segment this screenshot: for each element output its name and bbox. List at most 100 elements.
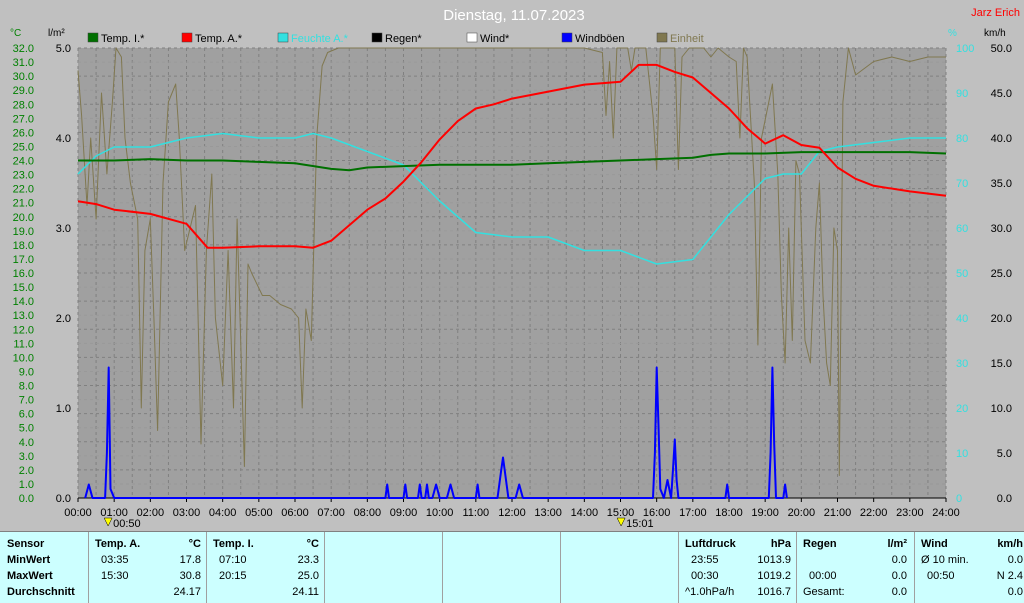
wind-max-value: N 2.4 — [996, 570, 1023, 582]
empty-column-3 — [560, 532, 679, 603]
rain-total-label: Gesamt: — [803, 586, 845, 598]
min-label: MinWert — [7, 554, 51, 566]
weather-chart: 0.0 1.0 2.0 3.0 4.0 5.0 6.0 7.0 8.0 9.0 10.0 11.0 12… — [10, 7, 1020, 530]
author-label: Jarz Erich — [971, 7, 1020, 19]
humidity-axis-tick: 40 — [956, 313, 968, 325]
statistics-panel: Sensor MinWert MaxWert Durchschnitt Temp… — [0, 531, 1024, 603]
temp-axis-tick: 18.0 — [13, 240, 34, 252]
wind-axis-tick: 40.0 — [991, 133, 1012, 145]
temp-axis-tick: 31.0 — [13, 57, 34, 69]
rain-axis-unit: l/m² — [48, 28, 65, 39]
max-label: MaxWert — [7, 570, 53, 582]
humidity-axis-unit: % — [948, 28, 957, 39]
x-axis-tick: 24:00 — [932, 507, 960, 519]
x-axis-tick: 13:00 — [534, 507, 562, 519]
temp-axis-tick: 24.0 — [13, 156, 34, 168]
temp-axis-tick: 17.0 — [13, 254, 34, 266]
temp-a-min-time: 03:35 — [101, 554, 129, 566]
legend-label: Einheit — [670, 33, 704, 45]
temp-a-unit: °C — [188, 538, 201, 550]
temp-axis-tick: 3.0 — [19, 451, 34, 463]
temp-axis-tick: 4.0 — [19, 437, 34, 449]
temp-axis-tick: 22.0 — [13, 184, 34, 196]
humidity-axis-tick: 10 — [956, 448, 968, 460]
legend-label: Feuchte A.* — [291, 33, 349, 45]
rain-axis-tick: 4.0 — [56, 133, 71, 145]
legend: Temp. I.* Temp. A.* Feuchte A.* Regen* Wind*… — [87, 32, 704, 45]
rain-axis-tick: 3.0 — [56, 223, 71, 235]
time-markers: 00:50 15:01 — [103, 517, 654, 530]
x-axis-tick: 11:00 — [462, 507, 489, 519]
wind-axis-tick: 10.0 — [991, 403, 1012, 415]
legend-label: Temp. I.* — [101, 33, 145, 45]
humidity-axis-tick: 60 — [956, 223, 968, 235]
rain-row2-value: 0.0 — [891, 570, 907, 582]
temp-axis-tick: 13.0 — [13, 310, 34, 322]
wind-axis-tick: 20.0 — [991, 313, 1012, 325]
temp-axis-tick: 29.0 — [13, 85, 34, 97]
pressure-max-time: 00:30 — [691, 570, 719, 582]
temp-axis-tick: 11.0 — [13, 338, 34, 350]
sensor-header: Sensor — [7, 538, 45, 550]
x-axis-tick: 06:00 — [281, 507, 309, 519]
pressure-max-value: 1019.2 — [757, 570, 791, 582]
wind-axis-tick: 0.0 — [997, 493, 1012, 505]
temp-axis-tick: 16.0 — [13, 268, 34, 280]
temp-axis-tick: 27.0 — [13, 113, 34, 125]
x-axis-tick: 17:00 — [679, 507, 707, 519]
x-axis-tick: 03:00 — [173, 507, 201, 519]
temp-axis-tick: 2.0 — [19, 465, 34, 477]
temp-i-avg: 24.11 — [292, 586, 319, 598]
x-axis-tick: 00:00 — [64, 507, 92, 519]
legend-label: Temp. A.* — [195, 33, 243, 45]
temp-i-unit: °C — [306, 538, 319, 550]
pressure-unit: hPa — [770, 538, 791, 550]
x-axis-tick: 19:00 — [751, 507, 779, 519]
time-marker-icon — [103, 517, 113, 527]
legend-swatch — [561, 32, 573, 43]
humidity-axis-tick: 90 — [956, 88, 968, 100]
temp-i-max-time: 20:15 — [219, 570, 247, 582]
wind-row3-value: 0.0 — [1007, 586, 1023, 598]
temp-axis-tick: 8.0 — [19, 381, 34, 393]
x-axis-tick: 02:00 — [137, 507, 165, 519]
temp-a-min-value: 17.8 — [179, 554, 201, 566]
temp-axis-tick: 14.0 — [13, 296, 34, 308]
wind-axis-tick: 45.0 — [991, 88, 1012, 100]
humidity-axis-tick: 0 — [956, 493, 962, 505]
temp-i-header: Temp. I. — [213, 538, 254, 550]
temp-i-column: Temp. I. °C 07:10 23.3 20:15 25.0 24.11 — [206, 532, 325, 603]
x-axis-tick: 20:00 — [788, 507, 816, 519]
wind-column: Wind km/h Ø 10 min. 0.0 00:50 N 2.4 0.0 — [914, 532, 1024, 603]
x-axis-tick: 21:00 — [824, 507, 852, 519]
temp-axis-tick: 6.0 — [19, 409, 34, 421]
temp-i-max-value: 25.0 — [297, 570, 319, 582]
rain-unit: l/m² — [887, 538, 907, 550]
temp-axis-tick: 30.0 — [13, 71, 34, 83]
pressure-trend-value: 1016.7 — [757, 586, 791, 598]
x-axis-tick: 23:00 — [896, 507, 924, 519]
x-axis-tick: 09:00 — [390, 507, 418, 519]
legend-swatch — [656, 32, 668, 43]
x-axis-tick: 05:00 — [245, 507, 273, 519]
temp-axis-tick: 23.0 — [13, 170, 34, 182]
temp-a-max-time: 15:30 — [101, 570, 129, 582]
pressure-column: Luftdruck hPa 23:55 1013.9 00:30 1019.2 … — [678, 532, 797, 603]
rain-axis-tick: 2.0 — [56, 313, 71, 325]
time-marker-icon — [616, 517, 626, 527]
pressure-trend-label: ^1.0hPa/h — [685, 586, 735, 598]
pressure-min-value: 1013.9 — [757, 554, 791, 566]
wind-axis-tick: 15.0 — [991, 358, 1012, 370]
legend-swatch — [466, 32, 478, 43]
x-axis-tick: 04:00 — [209, 507, 237, 519]
legend-swatch — [87, 32, 99, 43]
temp-i-min-time: 07:10 — [219, 554, 247, 566]
humidity-axis-tick: 20 — [956, 403, 968, 415]
temp-a-max-value: 30.8 — [179, 570, 201, 582]
temp-axis-tick: 21.0 — [13, 198, 34, 210]
wind-axis-tick: 25.0 — [991, 268, 1012, 280]
temp-axis-unit: °C — [10, 28, 21, 39]
rain-total-value: 0.0 — [891, 586, 907, 598]
temp-axis-tick: 9.0 — [19, 366, 34, 378]
wind-header: Wind — [921, 538, 948, 550]
